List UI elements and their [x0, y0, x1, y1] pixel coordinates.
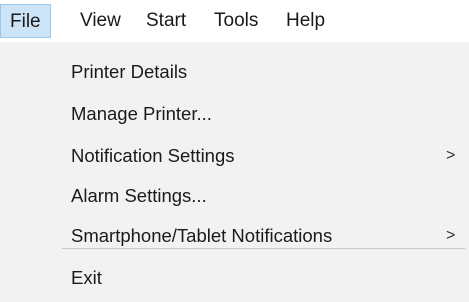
menu-start[interactable]: Start: [137, 4, 195, 38]
menu-bar: File View Start Tools Help: [0, 0, 469, 42]
menu-item-manage-printer[interactable]: Manage Printer...: [0, 96, 469, 132]
menu-file[interactable]: File: [0, 4, 51, 38]
menu-separator: [62, 248, 465, 249]
file-dropdown-menu: Printer Details Manage Printer... Notifi…: [0, 42, 469, 302]
menu-help[interactable]: Help: [277, 4, 334, 38]
menu-item-label: Exit: [71, 267, 102, 288]
menu-item-printer-details[interactable]: Printer Details: [0, 54, 469, 90]
menu-item-notification-settings[interactable]: Notification Settings >: [0, 138, 469, 174]
menu-item-label: Notification Settings: [71, 145, 235, 166]
menu-item-label: Manage Printer...: [71, 103, 212, 124]
menu-tools[interactable]: Tools: [205, 4, 267, 38]
submenu-arrow-icon: >: [446, 147, 456, 164]
menu-item-label: Printer Details: [71, 61, 188, 82]
menu-view[interactable]: View: [71, 4, 130, 38]
menu-item-exit[interactable]: Exit: [0, 260, 469, 296]
menu-item-alarm-settings[interactable]: Alarm Settings...: [0, 178, 469, 214]
menu-item-label: Alarm Settings...: [71, 185, 207, 206]
